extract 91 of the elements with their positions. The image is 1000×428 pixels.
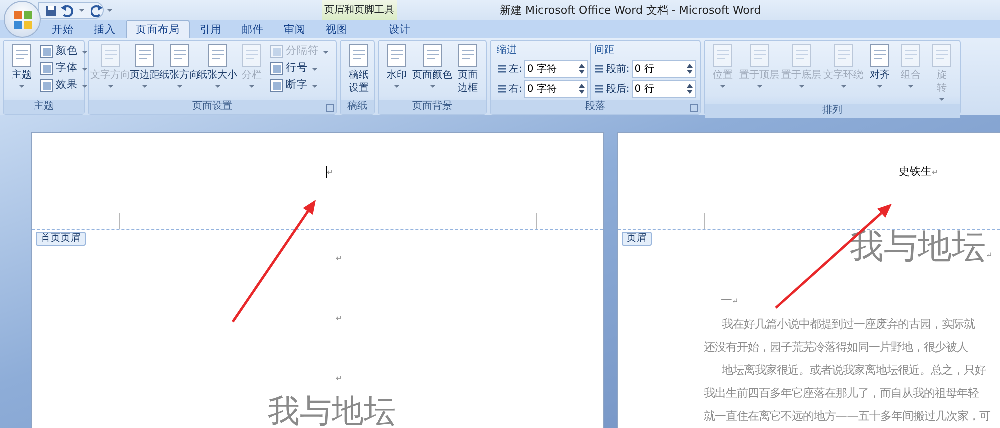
page-icon (790, 43, 814, 69)
page-icon (456, 43, 480, 69)
contextual-tab-label: 页眉和页脚工具 (322, 0, 397, 20)
swatch-icon (270, 79, 284, 93)
swatch-icon (270, 62, 284, 76)
ribbon-tab[interactable]: 设计 (364, 20, 436, 38)
ribbon-tab[interactable]: 页面布局 (126, 20, 190, 38)
group-label: 排列 (705, 104, 960, 118)
spin-field[interactable]: 0 字符 (524, 80, 588, 98)
section-number: 一 (721, 294, 732, 307)
section-heading: 间距 (594, 44, 616, 58)
ribbon-button[interactable]: 行号 (268, 61, 333, 77)
crop-mark (119, 213, 120, 229)
ribbon-button[interactable]: 纸张方向 (161, 43, 198, 100)
group-label: 稿纸 (341, 100, 374, 114)
paragraph-text: 地坛离我家很近。或者说我家离地坛很近。总之，只好 (721, 363, 986, 379)
spacing-icon (497, 84, 507, 94)
header-tag: 首页页眉 (36, 232, 86, 246)
ribbon-button[interactable]: 页面颜色 (413, 43, 452, 100)
save-icon[interactable] (45, 4, 57, 16)
field-label: 段后: (606, 82, 630, 96)
ribbon-button[interactable]: 页边距 (130, 43, 160, 100)
ribbon-button[interactable]: 稿纸设置 (344, 43, 374, 100)
window-title: 新建 Microsoft Office Word 文档 - Microsoft Word (500, 3, 762, 19)
ribbon-button[interactable]: 对齐 (865, 43, 895, 104)
ribbon-button[interactable]: 纸张大小 (199, 43, 236, 100)
page-icon (899, 43, 923, 69)
customize-caret-icon[interactable] (107, 9, 113, 12)
swatch-icon (40, 79, 54, 93)
spacing-icon (497, 64, 507, 74)
page-icon (98, 43, 122, 69)
page-icon (133, 43, 157, 69)
header-tag: 页眉 (622, 232, 652, 246)
header-text: 史铁生 (899, 165, 932, 178)
ribbon-tab[interactable]: 开始 (42, 20, 84, 38)
document-title: 我与地坛 (268, 392, 396, 428)
ribbon-tab[interactable]: 视图 (316, 20, 358, 38)
paragraph-mark: ↵ (336, 373, 343, 385)
crop-mark (536, 213, 537, 229)
page-icon (930, 43, 954, 69)
paragraph-mark: ↵ (932, 168, 939, 177)
page-icon (868, 43, 892, 69)
ribbon-button[interactable]: 页面边框 (453, 43, 483, 100)
group-label: 页面背景 (379, 100, 486, 114)
page-icon (206, 43, 230, 69)
swatch-icon (270, 45, 284, 59)
ribbon-tab[interactable]: 审阅 (274, 20, 316, 38)
ribbon-tab[interactable]: 引用 (190, 20, 232, 38)
ribbon-button[interactable]: 主题 (7, 43, 37, 100)
paragraph-text: 就一直住在离它不远的地方——五十多年间搬过几次家，可 (704, 409, 991, 425)
page-icon (385, 43, 409, 69)
field-label: 左: (509, 62, 522, 76)
group-label: 主题 (4, 100, 84, 114)
spin-field[interactable]: 0 行 (632, 60, 696, 78)
paragraph-mark: ↵ (336, 253, 343, 265)
section-heading: 缩进 (497, 44, 518, 58)
page-icon (420, 43, 444, 69)
spin-field[interactable]: 0 字符 (524, 60, 588, 78)
crop-mark (704, 213, 705, 229)
paragraph-text: 我在好几篇小说中都提到过一座废弃的古园，实际就 (721, 317, 975, 333)
field-label: 右: (509, 82, 522, 96)
paragraph-text: 我出生前四百多年它座落在那儿了，而自从我的祖母年轻 (704, 386, 979, 402)
caret-icon (79, 9, 85, 12)
field-label: 段前: (606, 62, 630, 76)
page-icon (748, 43, 772, 69)
swatch-icon (40, 45, 54, 59)
logo-icon (12, 10, 32, 30)
paragraph-mark: ↵ (327, 168, 334, 177)
page-icon (168, 43, 192, 69)
paragraph-mark: ↵ (986, 251, 993, 260)
undo-icon[interactable] (61, 4, 73, 16)
page-icon (347, 43, 371, 69)
spin-field[interactable]: 0 行 (632, 80, 696, 98)
document-title: 我与地坛 (850, 227, 986, 267)
ribbon-tab[interactable]: 邮件 (232, 20, 274, 38)
page-icon (10, 43, 34, 69)
ribbon-button[interactable]: 水印 (382, 43, 412, 100)
page-icon (240, 43, 264, 69)
redo-icon[interactable] (91, 4, 103, 16)
page-icon (711, 43, 735, 69)
paragraph-mark: ↵ (732, 297, 739, 306)
spacing-icon (594, 64, 604, 74)
paragraph-text: 还没有开始，园子荒芜冷落得如同一片野地，很少被人 (704, 340, 968, 356)
paragraph-mark: ↵ (336, 313, 343, 325)
swatch-icon (40, 62, 54, 76)
group-label: 段落 (491, 100, 700, 114)
ribbon-tab[interactable]: 插入 (84, 20, 126, 38)
group-label: 页面设置 (89, 100, 336, 114)
page-icon (832, 43, 856, 69)
spacing-icon (594, 84, 604, 94)
ribbon-button[interactable]: 断字 (268, 78, 333, 94)
